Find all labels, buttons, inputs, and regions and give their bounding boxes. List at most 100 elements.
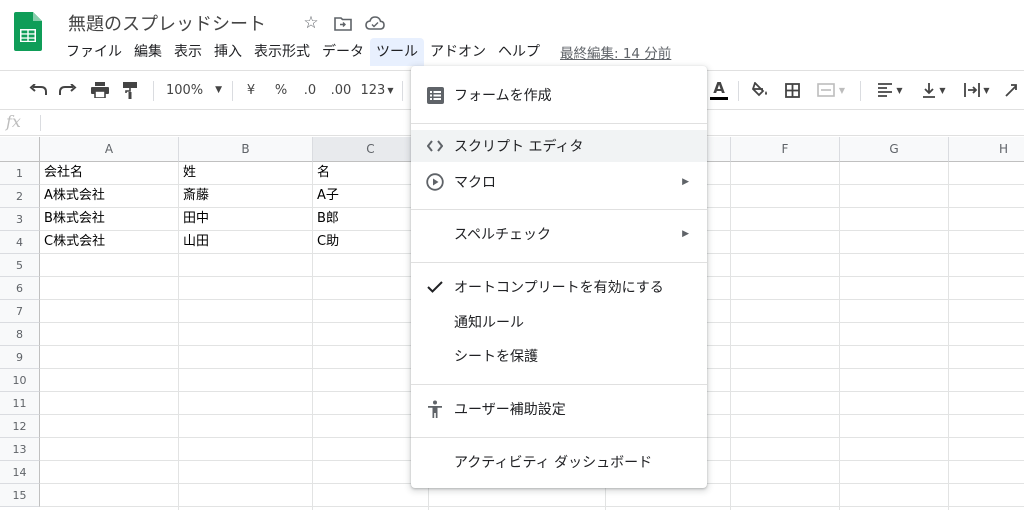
cell-b1[interactable]: 姓 xyxy=(179,162,312,184)
percent-format-button[interactable]: % xyxy=(270,71,292,109)
function-icon: fx xyxy=(6,112,21,131)
menu-item-label: オートコンプリートを有効にする xyxy=(454,280,664,296)
zoom-select[interactable]: 100% ▼ xyxy=(160,71,228,109)
increase-decimal-button[interactable]: .00 xyxy=(327,71,355,109)
sheets-logo-icon[interactable] xyxy=(14,12,42,51)
chevron-down-icon: ▼ xyxy=(983,85,990,95)
menu-item-label: ユーザー補助設定 xyxy=(454,402,566,418)
column-header-f[interactable]: F xyxy=(731,137,840,162)
chevron-down-icon: ▼ xyxy=(215,85,223,95)
menu-edit[interactable]: 編集 xyxy=(128,38,168,66)
merge-cells-icon[interactable]: ▼ xyxy=(812,71,850,109)
increase-decimal-label: .00 xyxy=(330,82,352,98)
cell-a4[interactable]: C株式会社 xyxy=(40,231,178,253)
submenu-arrow-icon: ▶ xyxy=(682,177,689,187)
tools-menu-accessibility[interactable]: ユーザー補助設定 xyxy=(411,393,707,425)
chevron-down-icon: ▼ xyxy=(896,85,903,95)
undo-icon[interactable] xyxy=(24,71,52,109)
fill-color-icon[interactable] xyxy=(748,71,772,109)
tools-menu-create-form[interactable]: フォームを作成 xyxy=(411,79,707,111)
vertical-align-icon[interactable]: ▼ xyxy=(914,71,954,109)
row-header[interactable]: 5 xyxy=(0,254,40,277)
text-color-button[interactable]: A xyxy=(708,71,730,109)
tools-menu-notification-rules[interactable]: 通知ルール xyxy=(411,306,707,338)
cell-a3[interactable]: B株式会社 xyxy=(40,208,178,230)
menu-item-label: 通知ルール xyxy=(454,315,524,331)
row-header[interactable]: 13 xyxy=(0,438,40,461)
cell-c2[interactable]: A子 xyxy=(313,185,411,207)
tools-menu-protect-sheet[interactable]: シートを保護 xyxy=(411,340,707,372)
move-to-folder-icon[interactable] xyxy=(332,12,354,34)
tools-menu-autocomplete[interactable]: オートコンプリートを有効にする xyxy=(411,271,707,303)
menu-help[interactable]: ヘルプ xyxy=(492,38,546,66)
menu-tools[interactable]: ツール xyxy=(370,38,424,66)
redo-icon[interactable] xyxy=(54,71,82,109)
decrease-decimal-button[interactable]: .0 xyxy=(297,71,323,109)
check-icon xyxy=(425,277,445,297)
tools-menu: フォームを作成 スクリプト エディタ マクロ ▶ スペルチェック ▶ オートコン… xyxy=(411,66,707,488)
menu-item-label: マクロ xyxy=(454,175,496,191)
text-wrapping-icon[interactable]: ▼ xyxy=(957,71,997,109)
row-header[interactable]: 6 xyxy=(0,277,40,300)
tools-menu-spellcheck[interactable]: スペルチェック ▶ xyxy=(411,218,707,250)
menu-view[interactable]: 表示 xyxy=(168,38,208,66)
horizontal-align-icon[interactable]: ▼ xyxy=(870,71,910,109)
menu-file[interactable]: ファイル xyxy=(60,38,128,66)
tools-menu-macros[interactable]: マクロ ▶ xyxy=(411,166,707,198)
cloud-status-icon[interactable] xyxy=(364,12,386,34)
row-header[interactable]: 4 xyxy=(0,231,40,254)
spreadsheet-app: 無題のスプレッドシート ☆ ファイル 編集 表示 挿入 表示形式 データ ツール… xyxy=(0,0,1024,510)
submenu-arrow-icon: ▶ xyxy=(682,229,689,239)
row-header[interactable]: 2 xyxy=(0,185,40,208)
menu-item-label: アクティビティ ダッシュボード xyxy=(454,455,653,471)
star-icon[interactable]: ☆ xyxy=(300,12,322,34)
column-header-g[interactable]: G xyxy=(840,137,949,162)
cell-c4[interactable]: C助 xyxy=(313,231,411,253)
row-header[interactable]: 8 xyxy=(0,323,40,346)
column-header-a[interactable]: A xyxy=(40,137,179,162)
column-header-b[interactable]: B xyxy=(179,137,313,162)
tools-menu-activity-dashboard[interactable]: アクティビティ ダッシュボード xyxy=(411,446,707,478)
cell-c1[interactable]: 名 xyxy=(313,162,411,184)
chevron-down-icon: ▼ xyxy=(939,85,946,95)
more-formats-button[interactable]: 123 ▼ xyxy=(358,71,396,109)
print-icon[interactable] xyxy=(86,71,114,109)
menu-item-label: フォームを作成 xyxy=(454,88,552,104)
menu-insert[interactable]: 挿入 xyxy=(208,38,248,66)
cell-b3[interactable]: 田中 xyxy=(179,208,312,230)
paint-format-icon[interactable] xyxy=(116,71,144,109)
code-icon xyxy=(425,136,445,156)
menu-item-label: スクリプト エディタ xyxy=(454,139,584,155)
menu-item-label: シートを保護 xyxy=(454,349,538,365)
row-header[interactable]: 9 xyxy=(0,346,40,369)
chevron-down-icon: ▼ xyxy=(838,85,846,95)
zoom-value: 100% xyxy=(165,82,204,98)
row-header[interactable]: 10 xyxy=(0,369,40,392)
text-color-label: A xyxy=(713,79,725,97)
borders-icon[interactable] xyxy=(780,71,804,109)
cell-b2[interactable]: 斎藤 xyxy=(179,185,312,207)
row-header[interactable]: 15 xyxy=(0,484,40,507)
menu-data[interactable]: データ xyxy=(316,38,370,66)
row-header[interactable]: 11 xyxy=(0,392,40,415)
row-header[interactable]: 1 xyxy=(0,162,40,185)
cell-a1[interactable]: 会社名 xyxy=(40,162,178,184)
tools-menu-script-editor[interactable]: スクリプト エディタ xyxy=(411,130,707,162)
row-header[interactable]: 12 xyxy=(0,415,40,438)
document-title[interactable]: 無題のスプレッドシート xyxy=(68,10,266,36)
row-header[interactable]: 14 xyxy=(0,461,40,484)
text-rotation-icon[interactable] xyxy=(999,71,1023,109)
last-edit-link[interactable]: 最終編集: 14 分前 xyxy=(560,42,671,62)
menu-addons[interactable]: アドオン xyxy=(424,38,492,66)
decrease-decimal-label: .0 xyxy=(303,82,317,98)
row-header[interactable]: 7 xyxy=(0,300,40,323)
menu-format[interactable]: 表示形式 xyxy=(248,38,316,66)
cell-c3[interactable]: B郎 xyxy=(313,208,411,230)
cell-b4[interactable]: 山田 xyxy=(179,231,312,253)
column-header-h[interactable]: H xyxy=(949,137,1024,162)
cell-a2[interactable]: A株式会社 xyxy=(40,185,178,207)
chevron-down-icon: ▼ xyxy=(387,85,394,95)
select-all-corner[interactable] xyxy=(0,137,40,162)
row-header[interactable]: 3 xyxy=(0,208,40,231)
currency-format-button[interactable]: ¥ xyxy=(240,71,262,109)
